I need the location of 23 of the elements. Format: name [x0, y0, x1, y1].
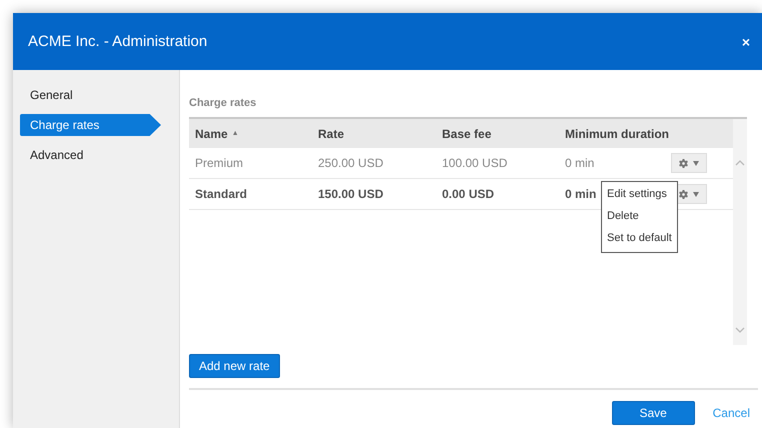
column-header[interactable]: Rate [318, 126, 344, 140]
table-cell: 0.00 USD [442, 187, 494, 201]
table-cell: 100.00 USD [442, 156, 508, 170]
table-cell: Standard [195, 187, 248, 201]
menu-item[interactable]: Set to default [602, 228, 677, 250]
sidebar-item[interactable]: Charge rates [20, 114, 161, 136]
window-title: ACME Inc. - Administration [28, 33, 208, 50]
table-cell: 250.00 USD [318, 156, 384, 170]
table-cell: 0 min [565, 156, 594, 170]
section-title: Charge rates [189, 97, 258, 109]
sidebar-item[interactable]: Advanced [20, 144, 161, 166]
sidebar-item[interactable]: General [20, 84, 161, 106]
column-header[interactable]: Name [195, 126, 228, 140]
add-button[interactable]: Add new rate [189, 354, 280, 378]
table-cell: 150.00 USD [318, 187, 384, 201]
menu-item[interactable]: Delete [602, 206, 677, 228]
save-button[interactable]: Save [612, 401, 695, 425]
column-header[interactable]: Minimum duration [565, 126, 669, 140]
column-header[interactable]: Base fee [442, 126, 492, 140]
menu-item[interactable]: Edit settings [602, 184, 677, 206]
table-cell: 0 min [565, 187, 596, 201]
close-button[interactable]: × [738, 34, 754, 50]
table-cell: Premium [195, 156, 244, 170]
